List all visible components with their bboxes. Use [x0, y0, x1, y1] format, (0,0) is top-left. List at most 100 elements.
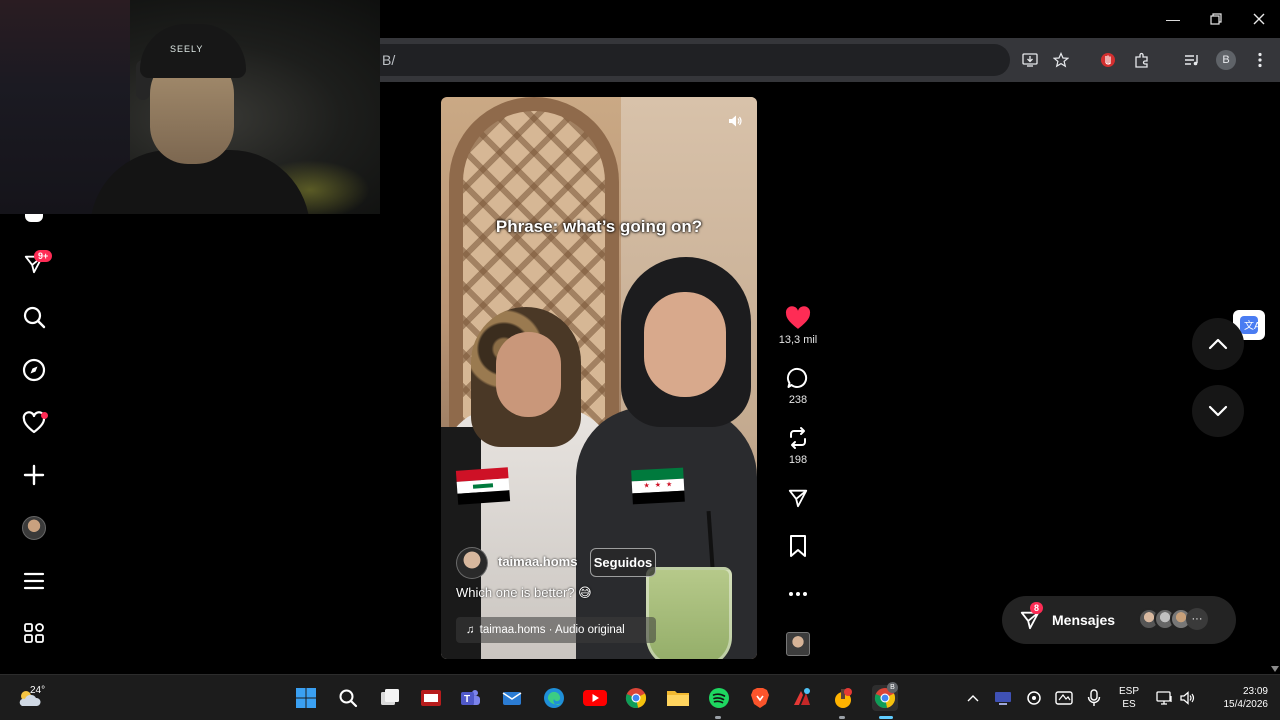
- apps-grid-icon: [24, 623, 44, 643]
- messages-count-badge: 8: [1030, 602, 1044, 614]
- video-overlay-text: Phrase: what’s going on?: [495, 217, 703, 236]
- music-label: taimaa.homs · Audio original: [479, 624, 625, 636]
- more-dots-icon: [789, 592, 807, 596]
- tray-overflow-chevron-icon[interactable]: [960, 685, 986, 711]
- url-text: B/: [382, 52, 396, 68]
- messages-badge: 9+: [34, 250, 53, 262]
- iraq-flag-icon: [455, 467, 511, 505]
- volume-icon[interactable]: [1175, 685, 1201, 711]
- address-bar[interactable]: B/: [380, 44, 1010, 76]
- hamburger-menu-icon: [23, 572, 45, 590]
- video-player[interactable]: ★ ★ ★ Phrase: what’s going on? taimaa.homs…: [441, 97, 757, 659]
- webcam-overlay: SEELY: [0, 0, 380, 214]
- windows-taskbar: 24° T B ESP ES 23:09 15/4/2026: [0, 674, 1280, 720]
- windows-start-icon[interactable]: [293, 685, 319, 711]
- volume-icon[interactable]: [724, 110, 746, 132]
- extensions-puzzle-icon[interactable]: [1132, 50, 1152, 70]
- messages-label: Mensajes: [1052, 612, 1116, 628]
- avatar: [22, 516, 46, 540]
- plus-icon: [23, 464, 45, 486]
- task-view-icon[interactable]: [377, 685, 403, 711]
- sidebar-item-menu[interactable]: [20, 567, 48, 595]
- sync-icon[interactable]: [1021, 685, 1047, 711]
- bookmark-icon: [790, 535, 806, 557]
- message-avatars: ···: [1138, 608, 1208, 630]
- spotify-icon[interactable]: [706, 685, 732, 711]
- share-button[interactable]: [775, 484, 821, 512]
- install-app-icon[interactable]: [1020, 50, 1040, 70]
- chrome-icon[interactable]: [623, 685, 649, 711]
- extension-red-icon[interactable]: [1098, 50, 1118, 70]
- browser-toolbar: B/ B: [380, 38, 1280, 82]
- sidebar-item-search[interactable]: [20, 303, 48, 331]
- profile-avatar[interactable]: B: [1216, 50, 1236, 70]
- heart-filled-icon: [785, 306, 811, 329]
- page-scrollbar[interactable]: [1268, 82, 1280, 674]
- sidebar-item-explore[interactable]: [20, 356, 48, 384]
- save-button[interactable]: [775, 532, 821, 560]
- sidebar-item-more[interactable]: [20, 619, 48, 647]
- media-controls-icon[interactable]: [1182, 50, 1202, 70]
- author-avatar[interactable]: [456, 547, 488, 579]
- next-video-button[interactable]: [1192, 385, 1244, 437]
- edge-icon[interactable]: [541, 685, 567, 711]
- music-info[interactable]: ♫ taimaa.homs · Audio original: [456, 617, 656, 643]
- minimize-icon[interactable]: —: [1158, 6, 1188, 32]
- language-indicator[interactable]: ESP ES: [1116, 685, 1142, 711]
- following-button[interactable]: Seguidos: [590, 548, 656, 577]
- more-options-button[interactable]: [775, 580, 821, 608]
- search-icon[interactable]: [335, 685, 361, 711]
- like-count: 13,3 mil: [778, 334, 818, 346]
- syria-flag-icon: ★ ★ ★: [631, 467, 685, 505]
- language-code: ESP: [1118, 686, 1139, 697]
- sidebar-item-profile[interactable]: [20, 514, 48, 542]
- bookmark-star-icon[interactable]: [1051, 50, 1071, 70]
- streaming-app-icon[interactable]: [830, 685, 856, 711]
- microphone-icon[interactable]: [1081, 685, 1107, 711]
- send-icon: 8: [1018, 602, 1044, 632]
- chrome-profile-badge: B: [887, 682, 898, 693]
- game-launcher-icon[interactable]: [789, 685, 815, 711]
- repost-count: 198: [788, 454, 808, 466]
- repost-button[interactable]: 198: [775, 424, 821, 466]
- like-button[interactable]: 13,3 mil: [775, 304, 821, 346]
- more-dots-icon: ···: [1186, 608, 1208, 630]
- svg-text:文A: 文A: [1244, 319, 1259, 332]
- scroll-down-arrow-icon[interactable]: [1271, 666, 1279, 672]
- active-indicator: [879, 716, 893, 719]
- youtube-icon[interactable]: [582, 685, 608, 711]
- left-sidebar: 9+: [0, 214, 68, 674]
- drive-icon[interactable]: [1051, 685, 1077, 711]
- chrome-profile-icon[interactable]: B: [872, 682, 898, 711]
- clock-time: 23:09: [1242, 686, 1268, 697]
- file-explorer-icon[interactable]: [665, 685, 691, 711]
- keyboard-layout: ES: [1122, 699, 1136, 710]
- monitor-app-icon[interactable]: [990, 685, 1016, 711]
- teams-icon[interactable]: T: [458, 685, 484, 711]
- clock[interactable]: 23:09 15/4/2026: [1204, 685, 1269, 711]
- sidebar-item-following[interactable]: [20, 214, 48, 228]
- brave-icon[interactable]: [747, 685, 773, 711]
- cap-logo-text: SEELY: [170, 44, 204, 54]
- music-note-icon: ♫: [466, 624, 475, 636]
- previous-video-button[interactable]: [1192, 318, 1244, 370]
- gpu-tool-icon[interactable]: [418, 685, 444, 711]
- restore-icon[interactable]: [1201, 6, 1231, 32]
- more-menu-icon[interactable]: [1250, 50, 1270, 70]
- close-icon[interactable]: [1244, 6, 1274, 32]
- author-username[interactable]: taimaa.homs: [498, 554, 577, 569]
- search-icon: [23, 306, 46, 329]
- clock-date: 15/4/2026: [1223, 699, 1269, 710]
- compass-icon: [22, 358, 46, 382]
- repost-icon: [790, 427, 806, 449]
- audio-thumbnail[interactable]: [786, 632, 810, 656]
- sidebar-item-upload[interactable]: [20, 461, 48, 489]
- weather-temperature: 24°: [30, 685, 46, 696]
- mail-icon[interactable]: [499, 685, 525, 711]
- running-indicator: [715, 716, 721, 719]
- comment-button[interactable]: 238: [775, 364, 821, 406]
- video-caption: Which one is better? 😅: [456, 585, 592, 600]
- messages-button[interactable]: 8 Mensajes ···: [1002, 596, 1236, 644]
- comment-count: 238: [788, 394, 808, 406]
- activity-notification-dot: [41, 412, 48, 419]
